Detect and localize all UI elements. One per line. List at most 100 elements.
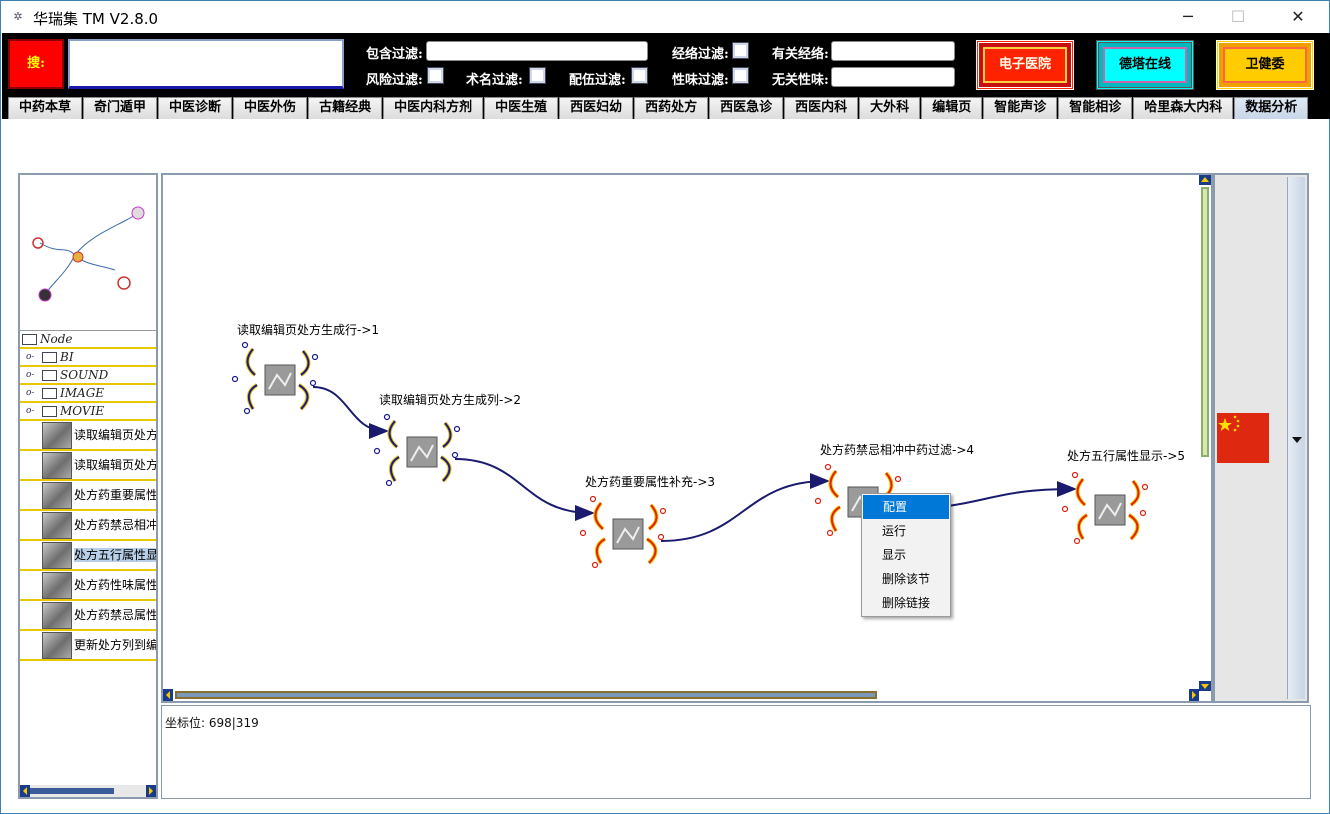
tree-node-item[interactable]: 读取编辑页处方 — [20, 451, 156, 481]
weijianwei-button[interactable]: 卫健委 — [1216, 40, 1314, 90]
node-browser: Node o- BI o- SOUND o- IMAGE o- MOVIE 读取编辑页处方 读取编辑… — [18, 173, 158, 799]
tab-2[interactable]: 中医诊断 — [158, 97, 233, 119]
tree-node-item[interactable]: 读取编辑页处方 — [20, 421, 156, 451]
node-thumbnail-icon — [42, 542, 72, 569]
tab-1[interactable]: 奇门遁甲 — [83, 97, 158, 119]
flow-node[interactable] — [231, 341, 319, 415]
context-menu-item[interactable]: 删除链接 — [862, 591, 950, 615]
context-menu-item[interactable]: 显示 — [862, 543, 950, 567]
folder-icon — [42, 406, 57, 417]
flow-edge[interactable] — [454, 458, 595, 521]
left-horizontal-scrollbar[interactable] — [20, 785, 156, 797]
risk-filter-checkbox[interactable] — [427, 67, 444, 84]
close-button[interactable]: ✕ — [1275, 1, 1321, 33]
tree-node-label: 读取编辑页处方 — [74, 458, 156, 472]
term-filter-checkbox[interactable] — [529, 67, 546, 84]
tree-root-label: Node — [40, 332, 73, 346]
region-selector[interactable] — [1213, 173, 1309, 703]
tab-10[interactable]: 西医内科 — [784, 97, 859, 119]
folder-icon — [42, 370, 57, 381]
tree-folder[interactable]: o- SOUND — [20, 367, 156, 385]
vscroll-graphic — [1199, 175, 1211, 691]
compat-filter-checkbox[interactable] — [631, 67, 648, 84]
unrelated-taste-input[interactable] — [831, 67, 955, 87]
flow-edge[interactable] — [312, 386, 389, 439]
risk-filter-label: 风险过滤: — [366, 73, 423, 88]
expand-icon[interactable]: o- — [26, 353, 36, 362]
flow-node[interactable] — [373, 413, 461, 487]
chevron-down-icon[interactable] — [1287, 177, 1305, 699]
context-menu-item[interactable]: 删除该节 — [862, 567, 950, 591]
expand-icon[interactable]: o- — [26, 407, 36, 416]
flow-canvas[interactable]: 读取编辑页处方生成行->1 读取编辑页处方生成列->2 处方药重要属性补充->3 处方… — [161, 173, 1213, 703]
node-thumbnail-icon — [42, 632, 72, 659]
tab-5[interactable]: 中医内科方剂 — [383, 97, 484, 119]
tree-node-item[interactable]: 处方药禁忌属性 — [20, 601, 156, 631]
tree-node-label: 处方药重要属性 — [74, 488, 156, 502]
china-flag-icon — [1217, 413, 1269, 463]
tab-8[interactable]: 西药处方 — [634, 97, 709, 119]
include-filter-input[interactable] — [426, 41, 648, 61]
flow-minimap[interactable] — [20, 175, 156, 331]
maximize-button[interactable]: ☐ — [1215, 1, 1261, 33]
node-thumbnail-icon — [42, 572, 72, 599]
tab-7[interactable]: 西医妇幼 — [559, 97, 634, 119]
taste-filter-checkbox[interactable] — [732, 67, 749, 84]
expand-icon[interactable]: o- — [26, 389, 36, 398]
tab-11[interactable]: 大外科 — [859, 97, 921, 119]
flow-node[interactable] — [579, 495, 667, 569]
hospital-button[interactable]: 电子医院 — [976, 40, 1074, 90]
folder-icon — [42, 352, 57, 363]
tab-0[interactable]: 中药本草 — [8, 97, 83, 119]
meridian-filter-checkbox[interactable] — [732, 42, 749, 59]
tree-folder[interactable]: o- BI — [20, 349, 156, 367]
tab-9[interactable]: 西医急诊 — [709, 97, 784, 119]
unrelated-taste-label: 无关性味: — [772, 73, 829, 88]
flow-node-label: 处方五行属性显示->5 — [1067, 449, 1186, 463]
flow-node-label: 处方药禁忌相冲中药过滤->4 — [820, 443, 975, 457]
expand-icon[interactable]: o- — [26, 371, 36, 380]
include-filter-label: 包含过滤: — [366, 47, 423, 62]
tree-node-item[interactable]: 处方五行属性显 — [20, 541, 156, 571]
tab-3[interactable]: 中医外伤 — [233, 97, 308, 119]
tab-13[interactable]: 智能声诊 — [983, 97, 1058, 119]
tree-node-item[interactable]: 处方药重要属性 — [20, 481, 156, 511]
folder-icon — [22, 334, 37, 345]
search-button[interactable]: 搜: — [8, 39, 64, 89]
tree-folder[interactable]: o- IMAGE — [20, 385, 156, 403]
tab-4[interactable]: 古籍经典 — [308, 97, 383, 119]
tree-node-label: 处方五行属性显 — [74, 548, 156, 562]
detaxian-button[interactable]: 德塔在线 — [1096, 40, 1194, 90]
tab-16[interactable]: 数据分析 — [1234, 97, 1309, 119]
term-filter-label: 术名过滤: — [466, 73, 523, 88]
node-thumbnail-icon — [42, 422, 72, 449]
tab-15[interactable]: 哈里森大内科 — [1133, 97, 1234, 119]
canvas-vertical-scrollbar[interactable] — [1199, 175, 1211, 691]
tree-node-item[interactable]: 处方药性味属性 — [20, 571, 156, 601]
tab-14[interactable]: 智能相诊 — [1058, 97, 1133, 119]
related-meridian-input[interactable] — [831, 41, 955, 61]
flow-node-label: 读取编辑页处方生成列->2 — [379, 393, 522, 407]
tree-folder[interactable]: o- MOVIE — [20, 403, 156, 421]
tree-node-item[interactable]: 更新处方列到编 — [20, 631, 156, 661]
node-thumbnail-icon — [42, 452, 72, 479]
flow-node[interactable] — [1061, 471, 1149, 545]
tab-12[interactable]: 编辑页 — [921, 97, 983, 119]
minimize-button[interactable]: ─ — [1165, 1, 1211, 33]
context-menu-item[interactable]: 配置 — [863, 495, 949, 519]
context-menu-item[interactable]: 运行 — [862, 519, 950, 543]
compat-filter-label: 配伍过滤: — [569, 73, 626, 88]
flow-node-label: 读取编辑页处方生成行->1 — [237, 323, 380, 337]
tree-node-label: 更新处方列到编 — [74, 638, 156, 652]
search-input[interactable] — [68, 39, 344, 89]
node-thumbnail-icon — [42, 602, 72, 629]
node-context-menu: 配置 运行 显示 删除该节 删除链接 — [861, 493, 951, 617]
tree-root[interactable]: Node — [20, 331, 156, 349]
tree-node-item[interactable]: 处方药禁忌相冲 — [20, 511, 156, 541]
tab-6[interactable]: 中医生殖 — [484, 97, 559, 119]
flow-edge[interactable] — [660, 473, 830, 542]
hscroll-graphic — [163, 689, 1199, 701]
tree-node-label: 处方药禁忌相冲 — [74, 518, 156, 532]
canvas-horizontal-scrollbar[interactable] — [163, 689, 1199, 701]
flow-node-label: 处方药重要属性补充->3 — [585, 475, 716, 489]
